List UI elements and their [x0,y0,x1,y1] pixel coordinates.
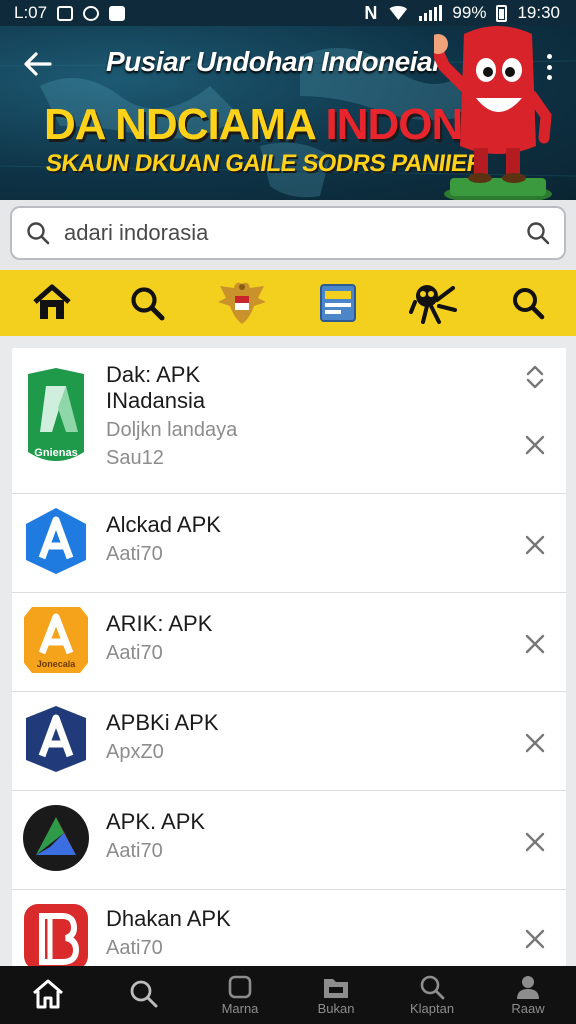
app-icon-label: Jonecala [37,659,77,669]
mascot-illustration [434,26,552,204]
signal-icon [419,5,443,21]
app-version: ApxZ0 [106,741,164,763]
nav-marna-label: Marna [221,1001,259,1016]
search-icon[interactable] [121,277,173,329]
app-version: Aati70 [106,840,163,862]
search-icon [130,980,158,1008]
search-submit-icon[interactable] [526,221,550,245]
app-title: ARIK: APK [106,611,213,636]
nav-bukan[interactable]: Bukan [288,966,384,1024]
close-icon[interactable] [524,633,546,655]
nav-klaptan[interactable]: Klaptan [384,966,480,1024]
garuda-emblem-icon[interactable] [216,277,268,329]
nav-raaw[interactable]: Raaw [480,966,576,1024]
list-item[interactable]: Alckad APK Aati70 [12,494,566,593]
search-input[interactable]: adari indorasia [10,206,566,260]
app-title-line2: INadansia [106,388,206,413]
app-icon-red-b [24,904,88,966]
status-time-left: L:07 [14,3,48,22]
search-area: adari indorasia [0,200,576,270]
nfc-icon: N [364,2,378,23]
app-subtitle: Doljkn landaya [106,419,238,441]
home-icon [33,979,63,1009]
app-title: Alckad APK [106,512,221,537]
nav-klaptan-label: Klaptan [409,1001,455,1016]
list-item[interactable]: Gnienas Dak: APK INadansia Doljkn landay… [12,348,566,494]
apk-list: Gnienas Dak: APK INadansia Doljkn landay… [12,348,566,966]
app-icon-orange-a: Jonecala [24,607,88,673]
app-version: Aati70 [106,543,163,565]
list-item[interactable]: Jonecala ARIK: APK Aati70 [12,593,566,692]
bug-icon[interactable] [407,277,459,329]
gallery-icon [109,5,126,21]
app-icon-gradient-a [23,805,89,871]
sort-icon[interactable] [524,364,546,390]
app-version: Sau12 [106,447,164,469]
close-icon[interactable] [524,928,546,950]
battery-percent: 99% [452,3,487,22]
close-icon[interactable] [524,732,546,754]
status-bar: L:07 N 99% 19:30 [0,0,576,26]
back-arrow-icon[interactable] [22,48,58,84]
more-options-icon[interactable] [542,54,556,80]
app-version: Aati70 [106,937,163,959]
app-icon-label: Gnienas [34,447,77,459]
list-item[interactable]: APK. APK Aati70 [12,791,566,890]
app-icon-navy-a [26,706,86,772]
app-title: APBKi APK [106,710,219,735]
search-icon[interactable] [502,277,554,329]
notification-icon [57,5,74,21]
banner-subtitle: SKAUN DKUAN GAILE SODRS PANIIER [44,150,486,177]
list-item[interactable]: Dhakan APK Aati70 [12,890,566,966]
app-title: Dak: APK [106,362,201,387]
list-item[interactable]: APBKi APK ApxZ0 [12,692,566,791]
nav-home[interactable] [0,966,96,1024]
circle-icon [83,5,100,21]
nav-raaw-label: Raaw [511,1001,545,1016]
close-icon[interactable] [524,831,546,853]
search-icon [27,222,50,245]
app-title: Dhakan APK [106,906,231,931]
app-icon-blue-a [26,508,86,574]
nav-search[interactable] [96,966,192,1024]
app-icon-green: Gnienas [28,368,84,461]
status-time-right: 19:30 [517,3,560,22]
battery-icon [496,4,508,22]
category-toolbar [0,270,576,336]
bottom-navigation: Marna Bukan Klaptan Raaw [0,966,576,1024]
close-icon[interactable] [524,534,546,556]
banner-title: Pusiar Undohan Indoneiai [106,46,440,77]
profile-icon [517,976,539,999]
nav-marna[interactable]: Marna [192,966,288,1024]
folder-icon [324,979,348,998]
close-icon[interactable] [524,434,546,456]
app-version: Aati70 [106,642,163,664]
headline-part-a: DA NDCIAMA [44,100,315,149]
app-title: APK. APK [106,809,206,834]
promo-banner: Pusiar Undohan Indoneiai DA NDCIAMA INDO… [0,26,576,204]
card-icon[interactable] [312,277,364,329]
wifi-icon [387,6,410,20]
home-icon[interactable] [26,277,78,329]
search-input-value: adari indorasia [64,220,209,245]
square-icon [228,975,252,999]
nav-bukan-label: Bukan [317,1001,355,1016]
search-icon [420,975,445,1000]
